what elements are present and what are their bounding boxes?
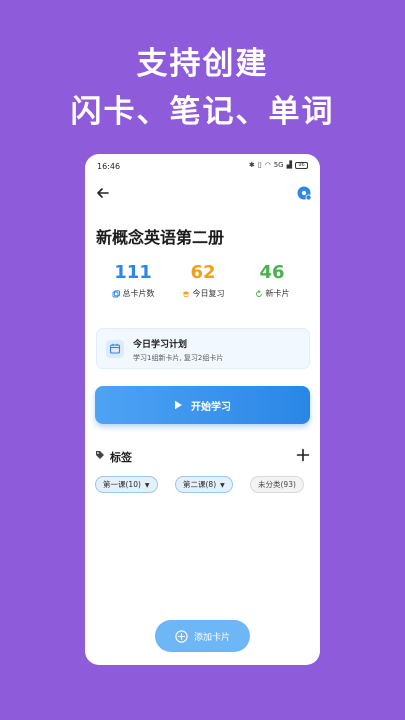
stat-review-value: 62 [190,262,216,283]
tag-chip-label: 第二课(8) [183,480,217,489]
gear-icon [297,186,312,201]
tags-header: 标签 [95,448,310,464]
back-button[interactable] [95,185,111,201]
status-bar: 16:46 ✱ ▯ ◠ 5G ▟ 96 [85,154,320,176]
stat-total-value: 111 [114,262,152,283]
tags-title: 标签 [110,451,132,464]
arrow-left-icon [97,188,109,198]
vibrate-icon: ▯ [257,161,262,169]
add-card-label: 添加卡片 [193,632,230,643]
settings-button[interactable] [296,185,312,201]
study-plan-title: 今日学习计划 [133,340,188,350]
tag-chip[interactable]: 第一课(10) ▼ [95,476,158,493]
stat-new-value: 46 [259,262,285,283]
graduation-cap-icon [182,290,189,297]
refresh-icon [255,289,262,297]
page-title: 新概念英语第二册 [96,228,225,247]
play-icon [175,400,182,410]
battery-icon: 96 [295,161,308,169]
stat-review-label: 今日复习 [192,289,225,298]
calendar-icon [106,340,124,358]
stat-review-today: 62 今日复习 [168,262,238,299]
stat-new-label: 新卡片 [265,289,290,298]
plus-circle-icon [175,629,188,643]
add-card-button[interactable]: 添加卡片 [155,620,250,652]
promo-headline-line2: 闪卡、笔记、单词 [70,94,335,130]
stats-row: 111 总卡片数 62 今日复习 46 新卡片 [85,262,320,308]
signal-icon: ▟ [286,161,292,169]
tag-chip-label: 未分类(93) [258,480,296,489]
tag-chip-label: 第一课(10) [103,480,141,489]
start-study-button[interactable]: 开始学习 [95,386,310,424]
caret-down-icon: ▼ [220,482,225,489]
add-tag-button[interactable] [296,448,310,462]
tag-icon [96,451,104,459]
tag-chip[interactable]: 未分类(93) [250,476,304,493]
tag-chip[interactable]: 第二课(8) ▼ [175,476,233,493]
signal-text: 5G [273,161,284,169]
bluetooth-icon: ✱ [248,161,255,169]
start-study-label: 开始学习 [191,401,231,413]
caret-down-icon: ▼ [144,482,150,489]
study-plan-card[interactable]: 今日学习计划 学习1组新卡片, 复习2组卡片 [96,328,310,369]
wifi-icon: ◠ [264,161,271,169]
stat-total-cards: 111 总卡片数 [98,262,168,299]
cards-icon [112,289,120,297]
stat-total-label: 总卡片数 [122,289,155,298]
study-plan-description: 学习1组新卡片, 复习2组卡片 [133,354,224,362]
phone-screen: 16:46 ✱ ▯ ◠ 5G ▟ 96 新概念英语第二册 111 总卡片数 62… [85,154,320,665]
promo-headline-line1: 支持创建 [136,46,269,82]
stat-new-cards: 46 新卡片 [237,262,307,299]
status-time: 16:46 [97,162,121,171]
status-icons: ✱ ▯ ◠ 5G ▟ 96 [249,161,308,169]
